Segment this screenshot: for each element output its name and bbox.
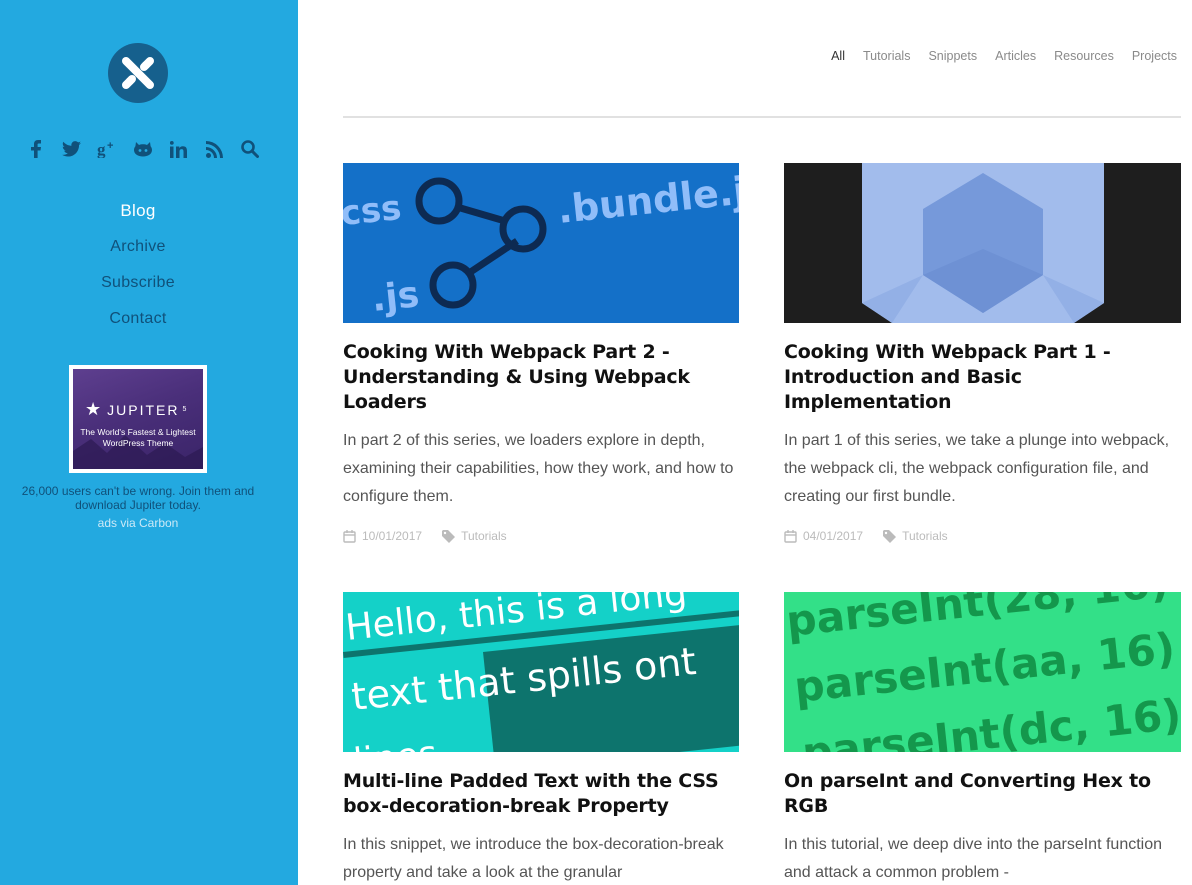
sidebar: g + Blog Archive Subscribe Contact ★ JUPI… — [0, 0, 298, 885]
facebook-icon[interactable] — [18, 136, 54, 162]
linkedin-icon[interactable] — [161, 136, 197, 162]
webpack-loaders-graphic: .css .bundle.js .js — [343, 166, 739, 320]
post-card: parseInt(28, 16) parseInt(aa, 16) parseI… — [784, 592, 1181, 885]
rss-icon[interactable] — [197, 136, 233, 162]
post-meta: 10/01/2017 Tutorials — [343, 529, 739, 543]
filter-tutorials[interactable]: Tutorials — [863, 49, 910, 63]
post-thumbnail[interactable]: parseInt(28, 16) parseInt(aa, 16) parseI… — [784, 592, 1181, 752]
webpack-cube-graphic — [862, 163, 1104, 323]
filter-snippets[interactable]: Snippets — [928, 49, 977, 63]
thumb-text-js: .js — [370, 274, 421, 320]
post-meta: 04/01/2017 Tutorials — [784, 529, 1181, 543]
post-title[interactable]: On parseInt and Converting Hex to RGB — [784, 769, 1181, 819]
thumb-text-bundle: .bundle.js — [555, 166, 739, 232]
category-filter: All Tutorials Snippets Articles Resource… — [813, 49, 1177, 63]
post-card: Cooking With Webpack Part 1 - Introducti… — [784, 163, 1181, 543]
filter-projects[interactable]: Projects — [1132, 49, 1177, 63]
star-icon: ★ — [85, 399, 102, 419]
post-title[interactable]: Cooking With Webpack Part 1 - Introducti… — [784, 340, 1181, 415]
ad-via-link[interactable]: ads via Carbon — [0, 516, 276, 530]
filter-articles[interactable]: Articles — [995, 49, 1036, 63]
github-icon[interactable] — [125, 136, 161, 162]
post-thumbnail[interactable]: .css .bundle.js .js — [343, 163, 739, 323]
post-category[interactable]: Tutorials — [461, 529, 507, 543]
ad-brand-name: JUPITER — [107, 401, 180, 418]
post-title[interactable]: Multi-line Padded Text with the CSS box-… — [343, 769, 739, 819]
calendar-icon — [343, 529, 356, 543]
post-excerpt: In this tutorial, we deep dive into the … — [784, 836, 1163, 881]
sidebar-nav: Blog Archive Subscribe Contact — [0, 198, 276, 342]
nav-subscribe[interactable]: Subscribe — [0, 270, 276, 306]
post-excerpt: In this snippet, we introduce the box-de… — [343, 836, 724, 881]
post-thumbnail[interactable] — [784, 163, 1181, 323]
post-date: 10/01/2017 — [362, 529, 423, 543]
social-links: g + — [18, 136, 268, 162]
tag-icon — [883, 529, 897, 543]
post-thumbnail[interactable]: Hello, this is a long text that spills o… — [343, 592, 739, 752]
post-title[interactable]: Cooking With Webpack Part 2 - Understand… — [343, 340, 739, 415]
ad-tagline: The World's Fastest & Lightest WordPress… — [80, 427, 196, 448]
ad-brand: ★ JUPITER 5 — [85, 399, 186, 420]
calendar-icon — [784, 529, 797, 543]
site-logo[interactable] — [108, 43, 168, 103]
post-excerpt: In part 1 of this series, we take a plun… — [784, 432, 1170, 505]
svg-text:g: g — [97, 140, 106, 158]
search-icon[interactable] — [232, 136, 268, 162]
filter-all[interactable]: All — [831, 49, 845, 63]
logo-x-icon — [122, 57, 154, 89]
svg-text:+: + — [107, 140, 113, 152]
carbon-ad-image[interactable]: ★ JUPITER 5 The World's Fastest & Lighte… — [69, 365, 207, 473]
nav-contact[interactable]: Contact — [0, 306, 276, 342]
ad-brand-version: 5 — [182, 406, 187, 413]
nav-archive[interactable]: Archive — [0, 234, 276, 270]
divider — [343, 116, 1181, 118]
nav-blog[interactable]: Blog — [0, 198, 276, 234]
padded-text-graphic: Hello, this is a long text that spills o… — [343, 592, 739, 752]
post-date: 04/01/2017 — [803, 529, 864, 543]
post-category[interactable]: Tutorials — [902, 529, 948, 543]
thumb-text-css: .css — [343, 188, 403, 235]
ad-banner: ★ JUPITER 5 The World's Fastest & Lighte… — [73, 369, 203, 469]
twitter-icon[interactable] — [54, 136, 90, 162]
parseint-graphic: parseInt(28, 16) parseInt(aa, 16) parseI… — [784, 592, 1181, 752]
post-card: Hello, this is a long text that spills o… — [343, 592, 739, 885]
google-plus-icon[interactable]: g + — [89, 136, 125, 162]
post-card: .css .bundle.js .js Cooking With Webpack… — [343, 163, 739, 543]
filter-resources[interactable]: Resources — [1054, 49, 1114, 63]
ad-text[interactable]: 26,000 users can't be wrong. Join them a… — [0, 484, 276, 512]
post-excerpt: In part 2 of this series, we loaders exp… — [343, 432, 734, 505]
tag-icon — [442, 529, 456, 543]
